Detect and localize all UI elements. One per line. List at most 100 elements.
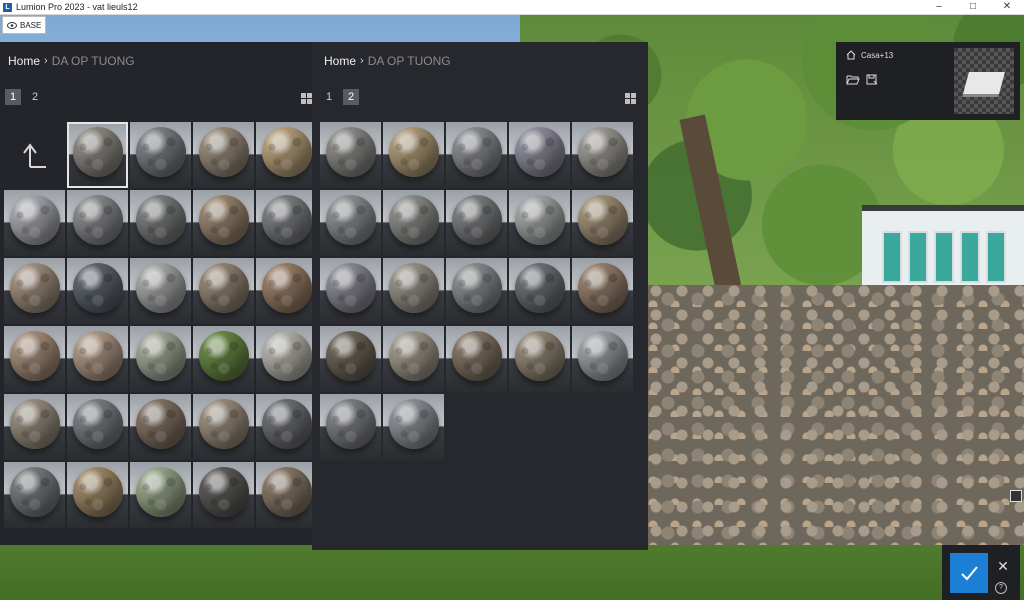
material-thumbnail[interactable] <box>446 258 507 324</box>
material-thumbnail[interactable] <box>256 326 317 392</box>
material-sphere-preview <box>515 127 565 177</box>
material-thumbnail[interactable] <box>509 190 570 256</box>
material-thumbnail[interactable] <box>509 326 570 392</box>
material-thumbnail[interactable] <box>383 258 444 324</box>
material-thumbnail[interactable] <box>446 122 507 188</box>
material-thumbnail[interactable] <box>320 258 381 324</box>
material-thumbnail[interactable] <box>193 122 254 188</box>
material-thumbnail[interactable] <box>509 258 570 324</box>
folder-up-button[interactable] <box>4 122 65 188</box>
material-thumbnail[interactable] <box>383 326 444 392</box>
material-sphere-preview <box>10 195 60 245</box>
confirm-button[interactable] <box>950 553 988 593</box>
material-thumbnail[interactable] <box>130 190 191 256</box>
material-thumbnail[interactable] <box>67 190 128 256</box>
maximize-button[interactable]: □ <box>956 0 990 14</box>
minimize-button[interactable]: – <box>922 0 956 14</box>
breadcrumb-home[interactable]: Home <box>324 54 356 68</box>
material-thumbnail[interactable] <box>256 462 317 528</box>
material-thumbnail[interactable] <box>446 190 507 256</box>
page-2-button[interactable]: 2 <box>343 89 359 105</box>
material-thumbnail[interactable] <box>193 258 254 324</box>
material-thumbnail[interactable] <box>320 122 381 188</box>
material-thumbnail[interactable] <box>509 122 570 188</box>
model-preview <box>963 72 1005 94</box>
material-thumbnail[interactable] <box>193 394 254 460</box>
material-thumbnail[interactable] <box>67 462 128 528</box>
material-thumbnail[interactable] <box>4 258 65 324</box>
material-thumbnail[interactable] <box>572 326 633 392</box>
material-thumbnail[interactable] <box>320 190 381 256</box>
material-thumbnail[interactable] <box>446 326 507 392</box>
material-thumbnail[interactable] <box>130 258 191 324</box>
material-grid-left <box>4 122 317 528</box>
material-thumbnail[interactable] <box>320 326 381 392</box>
material-sphere-preview <box>262 195 312 245</box>
building-window <box>986 231 1006 283</box>
breadcrumb: Home › DA OP TUONG <box>8 54 135 68</box>
material-thumbnail[interactable] <box>4 394 65 460</box>
folder-open-icon[interactable] <box>846 74 860 85</box>
material-library-panel-left: Home › DA OP TUONG 1 2 <box>0 42 318 545</box>
project-thumbnail[interactable] <box>954 48 1014 114</box>
material-sphere-preview <box>452 195 502 245</box>
window-controls: – □ ✕ <box>922 0 1024 14</box>
material-thumbnail[interactable] <box>383 394 444 460</box>
material-thumbnail[interactable] <box>4 326 65 392</box>
material-thumbnail[interactable] <box>256 122 317 188</box>
material-thumbnail[interactable] <box>67 258 128 324</box>
material-sphere-preview <box>326 263 376 313</box>
material-thumbnail[interactable] <box>130 122 191 188</box>
material-sphere-preview <box>73 263 123 313</box>
stone-wall-surface[interactable] <box>648 285 1024 559</box>
camera-icon[interactable] <box>1010 490 1022 502</box>
material-thumbnail[interactable] <box>320 394 381 460</box>
grass-ground <box>0 545 1024 600</box>
grid-view-icon[interactable] <box>625 93 636 104</box>
close-window-button[interactable]: ✕ <box>990 0 1024 14</box>
material-sphere-preview <box>10 467 60 517</box>
material-thumbnail[interactable] <box>256 258 317 324</box>
material-thumbnail[interactable] <box>383 122 444 188</box>
breadcrumb-folder: DA OP TUONG <box>367 54 451 68</box>
material-thumbnail[interactable] <box>256 394 317 460</box>
grid-view-icon[interactable] <box>301 93 312 104</box>
material-sphere-preview <box>199 195 249 245</box>
material-thumbnail[interactable] <box>383 190 444 256</box>
material-sphere-preview <box>136 127 186 177</box>
material-thumbnail[interactable] <box>193 326 254 392</box>
material-thumbnail[interactable] <box>572 122 633 188</box>
house-icon <box>846 50 856 60</box>
material-thumbnail[interactable] <box>193 462 254 528</box>
material-thumbnail[interactable] <box>130 462 191 528</box>
page-2-button[interactable]: 2 <box>27 89 43 105</box>
material-thumbnail[interactable] <box>67 326 128 392</box>
material-thumbnail[interactable] <box>67 122 128 188</box>
material-thumbnail[interactable] <box>572 258 633 324</box>
help-button[interactable]: ? <box>995 582 1007 594</box>
page-1-button[interactable]: 1 <box>321 89 337 105</box>
project-panel: Casa+13 <box>836 42 1020 120</box>
window-title: Lumion Pro 2023 - vat lieuls12 <box>16 2 138 12</box>
material-sphere-preview <box>515 263 565 313</box>
base-view-button[interactable]: BASE <box>2 16 47 34</box>
material-library-panel-right: Home › DA OP TUONG 1 2 <box>312 42 648 550</box>
breadcrumb-home[interactable]: Home <box>8 54 40 68</box>
material-thumbnail[interactable] <box>130 326 191 392</box>
project-name-label: Casa+13 <box>861 50 894 60</box>
material-thumbnail[interactable] <box>130 394 191 460</box>
material-sphere-preview <box>452 331 502 381</box>
page-1-button[interactable]: 1 <box>5 89 21 105</box>
material-thumbnail[interactable] <box>572 190 633 256</box>
material-thumbnail[interactable] <box>4 190 65 256</box>
material-thumbnail[interactable] <box>67 394 128 460</box>
material-sphere-preview <box>326 331 376 381</box>
material-thumbnail[interactable] <box>193 190 254 256</box>
material-thumbnail[interactable] <box>256 190 317 256</box>
material-sphere-preview <box>515 331 565 381</box>
cancel-button[interactable]: ✕ <box>994 557 1012 575</box>
material-sphere-preview <box>199 331 249 381</box>
project-name: Casa+13 <box>846 50 893 60</box>
material-thumbnail[interactable] <box>4 462 65 528</box>
save-icon[interactable] <box>866 74 878 85</box>
